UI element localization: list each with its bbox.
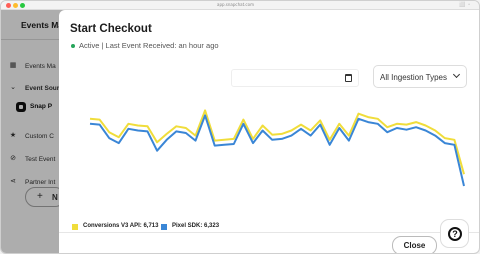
help-button[interactable]: ?: [440, 219, 469, 248]
ingestion-type-value: All Ingestion Types: [380, 73, 448, 82]
url-text[interactable]: app.snapchat.com: [217, 2, 254, 7]
browser-window: app.snapchat.com ⬜▫ Events Ma ▦ Events M…: [0, 0, 480, 254]
maximize-window-icon[interactable]: [20, 3, 25, 8]
status-text: Active | Last Event Received: an hour ag…: [79, 41, 219, 50]
window-actions-icon[interactable]: ⬜▫: [459, 2, 473, 8]
legend-swatch: [72, 224, 78, 230]
chevron-down-icon: [452, 70, 461, 79]
modal-title: Start Checkout: [70, 23, 152, 35]
status-dot-icon: [71, 44, 75, 48]
ingestion-type-select[interactable]: All Ingestion Types: [373, 65, 467, 88]
event-details-modal: Start Checkout Active | Last Event Recei…: [59, 10, 479, 253]
help-icon: ?: [448, 227, 462, 241]
legend-label: Conversions V3 API: 6,713: [83, 223, 159, 229]
calendar-icon[interactable]: [345, 74, 352, 82]
date-range-input[interactable]: [231, 69, 359, 87]
close-button[interactable]: Close: [392, 236, 437, 253]
series-line-conversions-api: [89, 109, 465, 175]
event-volume-chart: [89, 109, 465, 187]
title-bar: app.snapchat.com ⬜▫: [1, 1, 479, 10]
modal-footer-divider: [59, 232, 479, 233]
minimize-window-icon[interactable]: [13, 3, 18, 8]
legend-label: Pixel SDK: 6,323: [172, 223, 220, 229]
close-window-icon[interactable]: [6, 3, 11, 8]
legend-swatch: [161, 224, 167, 230]
